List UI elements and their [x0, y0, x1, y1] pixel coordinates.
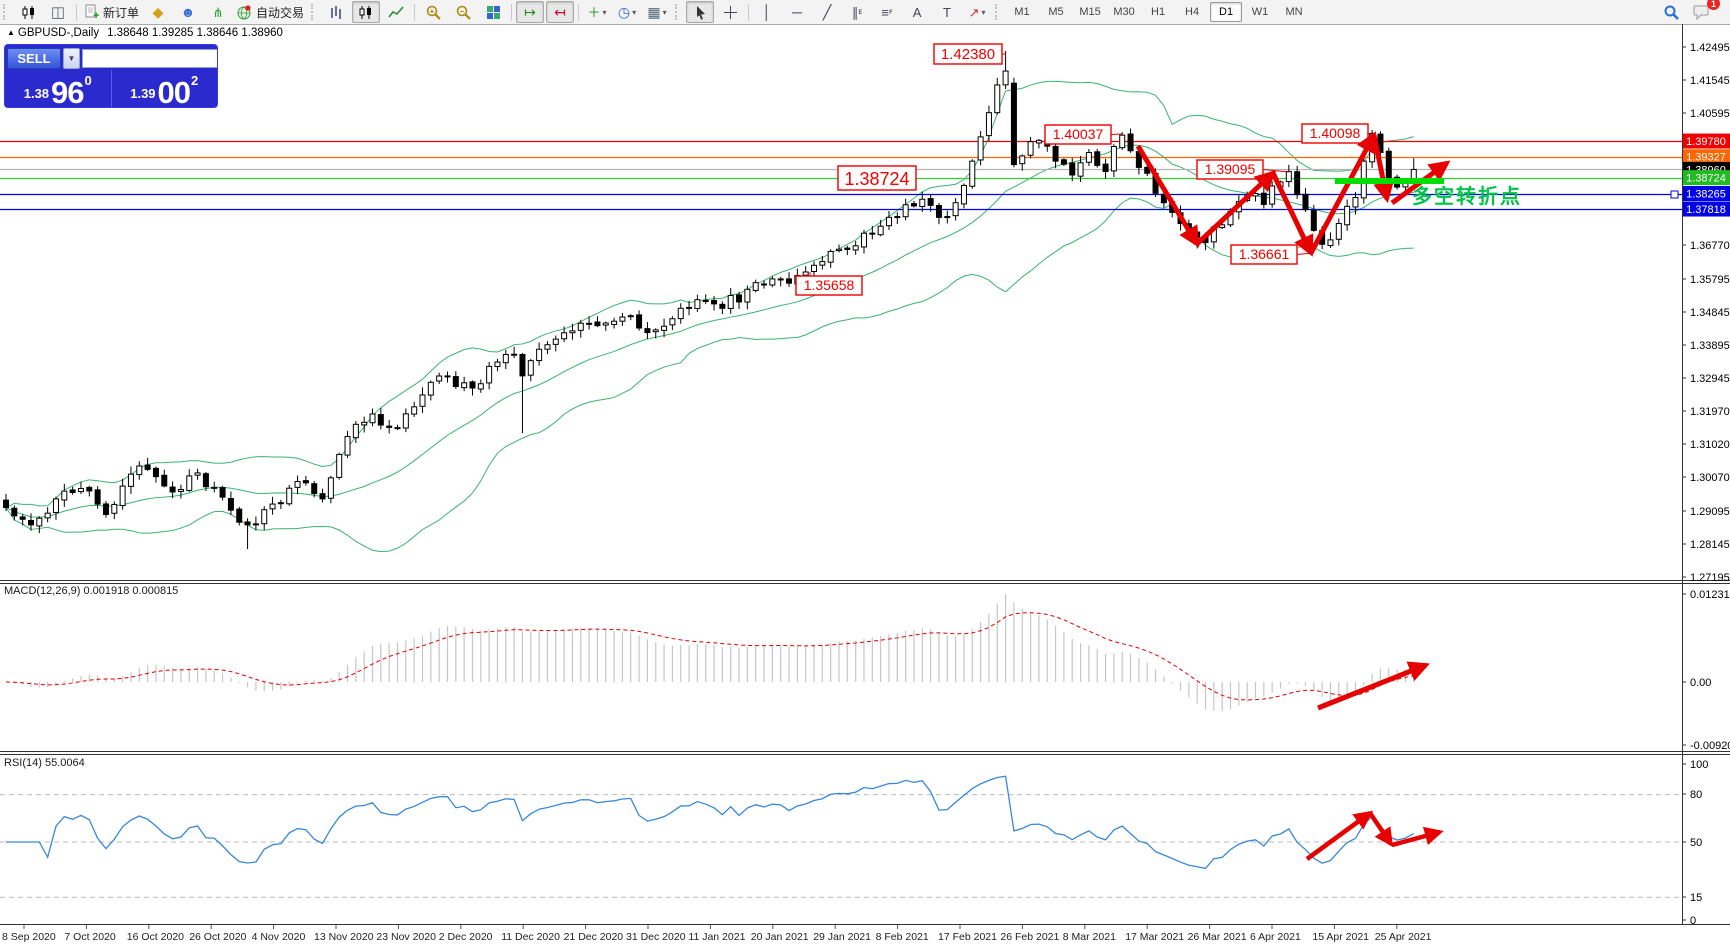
svg-text:17 Feb 2021: 17 Feb 2021 — [938, 931, 997, 943]
svg-text:1.40037: 1.40037 — [1053, 126, 1104, 142]
svg-text:1.40098: 1.40098 — [1310, 125, 1361, 141]
sell-price[interactable]: 1.38 96 0 — [5, 70, 111, 107]
sell-button[interactable]: SELL — [7, 48, 61, 69]
svg-text:0.012316: 0.012316 — [1690, 589, 1730, 601]
svg-text:1.33895: 1.33895 — [1690, 340, 1730, 352]
svg-text:23 Nov 2020: 23 Nov 2020 — [376, 931, 436, 943]
rsi-indicator-label: RSI(14) 55.0064 — [4, 757, 85, 769]
svg-text:1.39095: 1.39095 — [1205, 161, 1256, 177]
svg-text:20 Jan 2021: 20 Jan 2021 — [751, 931, 809, 943]
svg-text:1.32945: 1.32945 — [1690, 373, 1730, 385]
svg-text:1.34845: 1.34845 — [1690, 307, 1730, 319]
svg-text:1.38265: 1.38265 — [1686, 189, 1726, 201]
svg-text:31 Dec 2020: 31 Dec 2020 — [626, 931, 686, 943]
buy-price-big: 00 — [158, 80, 190, 105]
buy-price[interactable]: 1.39 00 2 — [111, 70, 218, 107]
svg-text:1.28145: 1.28145 — [1690, 539, 1730, 551]
trader-note-text[interactable]: 多空转折点 — [1412, 180, 1522, 209]
svg-text:80: 80 — [1690, 789, 1702, 801]
one-click-trading-panel: SELL ▼ ▲ BUY 1.38 96 0 1.39 00 2 — [4, 44, 218, 108]
svg-text:1.27195: 1.27195 — [1690, 572, 1730, 584]
macd-pane — [6, 594, 1426, 711]
candlesticks — [4, 51, 1417, 549]
sell-price-big: 96 — [51, 80, 83, 105]
sell-price-small: 1.38 — [24, 86, 49, 101]
trade-panel-prices: 1.38 96 0 1.39 00 2 — [5, 70, 217, 107]
chart-canvas[interactable]: 1.42495 1.41545 1.40595 1.36770 1.35795 1.348… — [0, 0, 1730, 946]
svg-text:0.00: 0.00 — [1690, 677, 1711, 689]
svg-text:0: 0 — [1690, 915, 1696, 927]
buy-price-sup: 2 — [191, 73, 198, 88]
rsi-axis: 100 80 50 15 0 — [1682, 759, 1708, 927]
volume-decrease-button[interactable]: ▼ — [63, 48, 80, 69]
svg-text:26 Mar 2021: 26 Mar 2021 — [1188, 931, 1247, 943]
svg-text:11 Jan 2021: 11 Jan 2021 — [688, 931, 745, 943]
svg-text:1.39780: 1.39780 — [1686, 136, 1726, 148]
svg-text:15 Apr 2021: 15 Apr 2021 — [1312, 931, 1369, 943]
ohlc-values: 1.38648 1.39285 1.38646 1.38960 — [107, 27, 283, 39]
svg-text:1.38724: 1.38724 — [844, 169, 909, 189]
svg-text:1.41545: 1.41545 — [1690, 75, 1730, 87]
svg-text:26 Feb 2021: 26 Feb 2021 — [1000, 931, 1059, 943]
svg-text:1.38724: 1.38724 — [1686, 173, 1726, 185]
svg-text:4 Nov 2020: 4 Nov 2020 — [252, 931, 306, 943]
svg-text:16 Oct 2020: 16 Oct 2020 — [127, 931, 184, 943]
svg-text:7 Oct 2020: 7 Oct 2020 — [64, 931, 116, 943]
svg-text:1.40595: 1.40595 — [1690, 108, 1730, 120]
volume-input[interactable] — [82, 49, 218, 68]
macd-axis: 0.012316 0.00 -0.009201 — [1682, 589, 1730, 752]
svg-text:1.42495: 1.42495 — [1690, 42, 1730, 54]
macd-indicator-label: MACD(12,26,9) 0.001918 0.000815 — [4, 585, 178, 597]
svg-text:-0.009201: -0.009201 — [1690, 740, 1730, 752]
chart-title: ▲GBPUSD-,Daily 1.38648 1.39285 1.38646 1.… — [7, 27, 283, 39]
trade-panel-controls: SELL ▼ ▲ BUY — [5, 45, 217, 70]
svg-text:1.39327: 1.39327 — [1686, 152, 1726, 164]
rsi-pane — [0, 776, 1682, 897]
svg-text:17 Mar 2021: 17 Mar 2021 — [1125, 931, 1184, 943]
date-axis: 8 Sep 2020 7 Oct 2020 16 Oct 2020 26 Oct 20… — [2, 925, 1432, 943]
svg-text:25 Apr 2021: 25 Apr 2021 — [1375, 931, 1432, 943]
buy-price-small: 1.39 — [130, 86, 155, 101]
svg-text:1.42380: 1.42380 — [941, 46, 995, 63]
svg-text:1.36770: 1.36770 — [1690, 240, 1730, 252]
pane-frames — [0, 24, 1730, 925]
rsi-value: 55.0064 — [45, 757, 85, 769]
svg-text:100: 100 — [1690, 759, 1708, 771]
svg-text:8 Sep 2020: 8 Sep 2020 — [2, 931, 56, 943]
symbol-name: GBPUSD-,Daily — [18, 27, 99, 39]
bollinger-bands — [6, 81, 1414, 551]
svg-text:8 Feb 2021: 8 Feb 2021 — [876, 931, 929, 943]
sell-price-sup: 0 — [85, 73, 92, 88]
svg-text:21 Dec 2020: 21 Dec 2020 — [564, 931, 624, 943]
svg-text:15: 15 — [1690, 892, 1702, 904]
collapse-triangle-icon[interactable]: ▲ — [7, 28, 15, 37]
mt4-window: ◫+新订单◆☻⋔自动交易+−↦↤＋▾◷▾▦▾│─╱∥ᴇ≡ꜰAT↗▾M1M5M15… — [0, 0, 1730, 946]
svg-text:29 Jan 2021: 29 Jan 2021 — [813, 931, 871, 943]
svg-text:2 Dec 2020: 2 Dec 2020 — [439, 931, 493, 943]
svg-text:26 Oct 2020: 26 Oct 2020 — [189, 931, 246, 943]
rsi-name: RSI(14) — [4, 757, 42, 769]
svg-text:1.29095: 1.29095 — [1690, 506, 1730, 518]
macd-name: MACD(12,26,9) — [4, 585, 80, 597]
svg-text:1.31970: 1.31970 — [1690, 406, 1730, 418]
svg-text:6 Apr 2021: 6 Apr 2021 — [1250, 931, 1301, 943]
svg-text:1.37818: 1.37818 — [1686, 204, 1726, 216]
svg-text:1.35658: 1.35658 — [804, 277, 855, 293]
svg-text:13 Nov 2020: 13 Nov 2020 — [314, 931, 374, 943]
svg-text:1.36661: 1.36661 — [1239, 246, 1290, 262]
svg-text:1.35795: 1.35795 — [1690, 274, 1730, 286]
svg-text:11 Dec 2020: 11 Dec 2020 — [501, 931, 560, 943]
svg-text:1.31020: 1.31020 — [1690, 439, 1730, 451]
svg-text:1.30070: 1.30070 — [1690, 472, 1730, 484]
svg-text:8 Mar 2021: 8 Mar 2021 — [1063, 931, 1116, 943]
price-axis: 1.42495 1.41545 1.40595 1.36770 1.35795 1.348… — [1682, 42, 1730, 584]
svg-text:50: 50 — [1690, 837, 1702, 849]
macd-values: 0.001918 0.000815 — [83, 585, 178, 597]
